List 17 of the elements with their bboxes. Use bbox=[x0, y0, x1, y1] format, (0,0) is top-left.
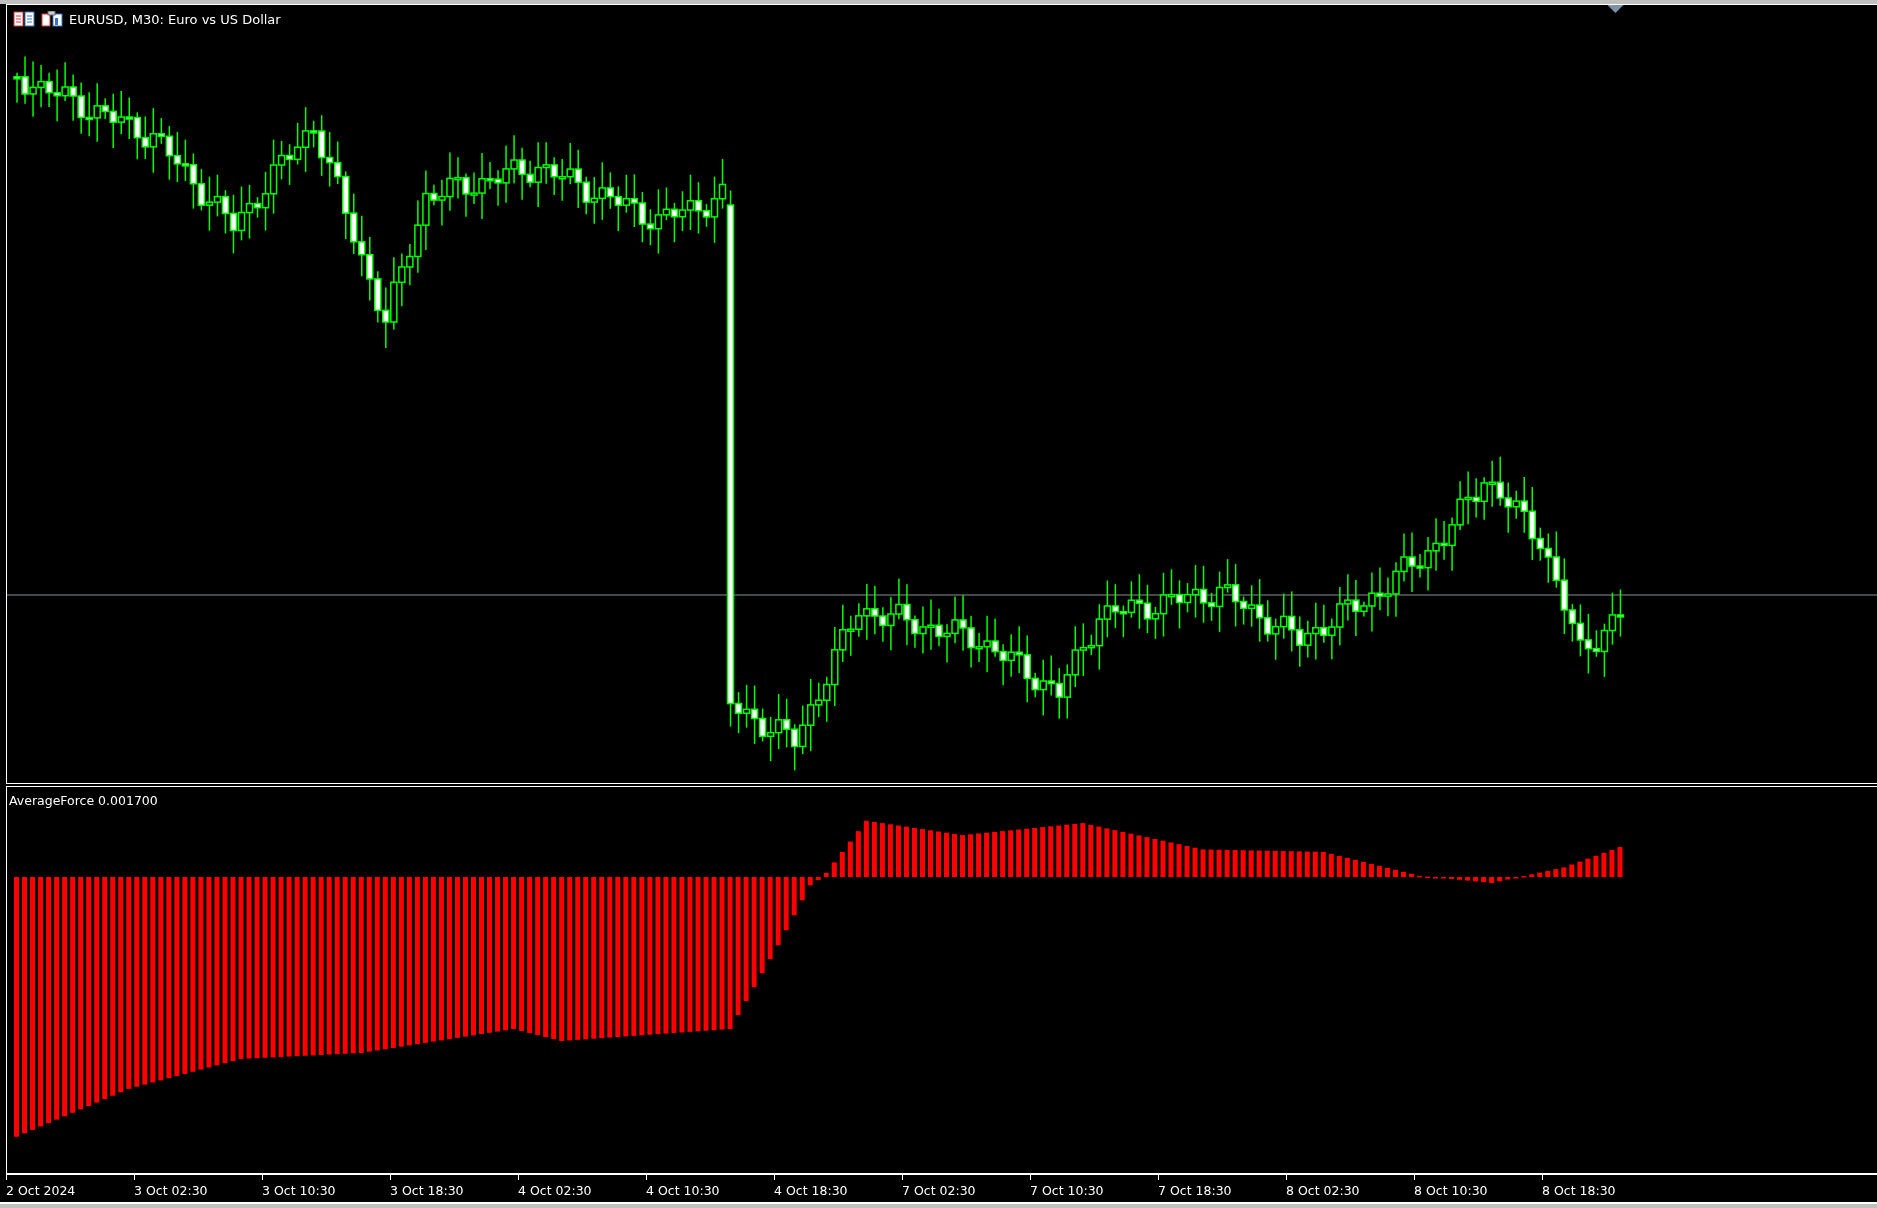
time-axis-label: 4 Oct 02:30 bbox=[518, 1183, 592, 1199]
time-axis-label: 7 Oct 18:30 bbox=[1158, 1183, 1232, 1199]
chart-window-icon[interactable] bbox=[41, 11, 63, 27]
time-axis-label: 8 Oct 18:30 bbox=[1542, 1183, 1616, 1199]
indicator-label: AverageForce 0.001700 bbox=[9, 793, 158, 808]
time-axis-label: 8 Oct 10:30 bbox=[1414, 1183, 1488, 1199]
time-axis-label: 3 Oct 02:30 bbox=[134, 1183, 208, 1199]
time-axis-label: 3 Oct 18:30 bbox=[390, 1183, 464, 1199]
time-axis-label: 4 Oct 18:30 bbox=[774, 1183, 848, 1199]
time-axis-label: 2 Oct 2024 bbox=[6, 1183, 76, 1199]
time-axis-label: 7 Oct 02:30 bbox=[902, 1183, 976, 1199]
time-axis-label: 3 Oct 10:30 bbox=[262, 1183, 336, 1199]
table-icon[interactable] bbox=[13, 11, 35, 27]
time-axis-label: 7 Oct 10:30 bbox=[1030, 1183, 1104, 1199]
chart-title: EURUSD, M30: Euro vs US Dollar bbox=[69, 11, 281, 27]
time-axis-label: 4 Oct 10:30 bbox=[646, 1183, 720, 1199]
time-axis-label: 8 Oct 02:30 bbox=[1286, 1183, 1360, 1199]
